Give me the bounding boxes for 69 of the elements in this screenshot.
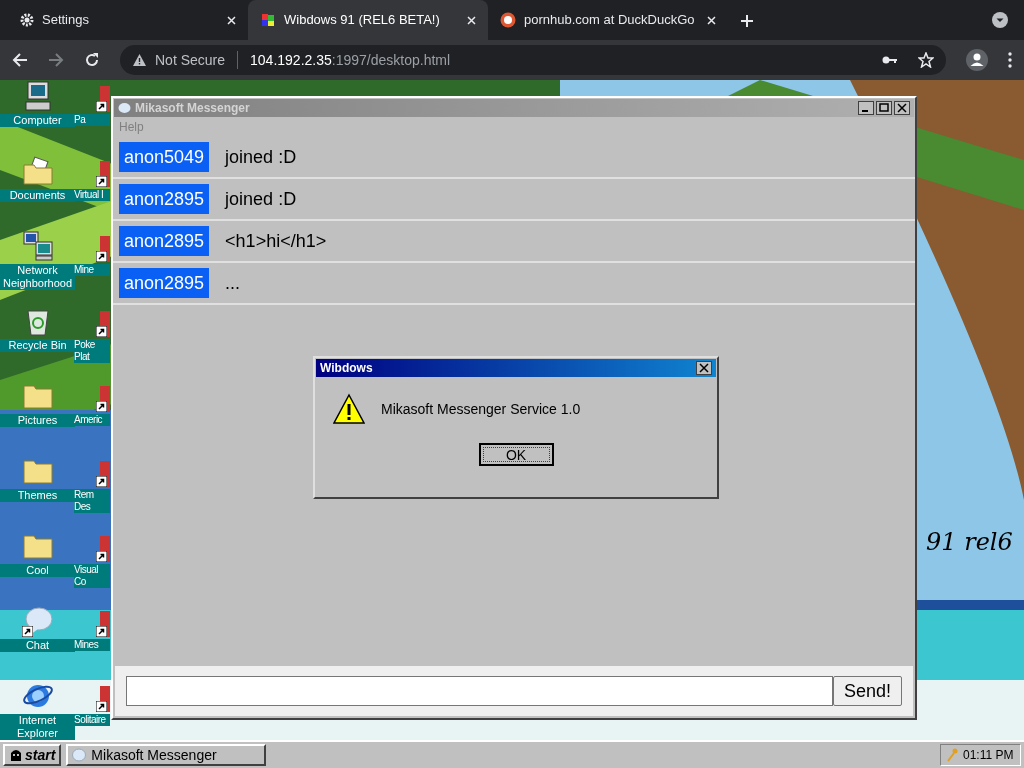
speech-bubble-icon	[72, 748, 87, 762]
browser-tab[interactable]: Wibdows 91 (REL6 BETA!)	[248, 0, 488, 40]
dialog-message: Mikasoft Messenger Service 1.0	[381, 399, 581, 419]
maximize-icon[interactable]	[876, 101, 892, 115]
desktop-icon-label[interactable]: Documents	[0, 189, 75, 202]
desktop-icon-label[interactable]: Computer	[0, 114, 75, 127]
tab-title: Settings	[42, 11, 90, 30]
username-tag: anon2895	[119, 226, 210, 256]
colorful-logo-icon	[260, 12, 276, 28]
key-icon	[946, 748, 958, 762]
message-input[interactable]	[126, 676, 833, 706]
message-text: ...	[225, 271, 241, 295]
browser-tab[interactable]: Settings	[8, 0, 248, 40]
menu-icon[interactable]	[1008, 52, 1012, 68]
network-icon	[21, 230, 54, 262]
url-text: 104.192.2.35:1997/desktop.html	[250, 50, 451, 70]
warning-icon	[132, 53, 147, 67]
desktop-icon-label[interactable]: Chat	[0, 639, 75, 652]
dropdown-icon[interactable]	[992, 12, 1008, 28]
security-label: Not Secure	[155, 50, 226, 70]
tab-title: Wibdows 91 (REL6 BETA!)	[284, 11, 441, 30]
desktop-icon-label[interactable]: Network Neighborhood	[0, 264, 75, 290]
key-icon[interactable]	[882, 55, 898, 65]
send-button[interactable]: Send!	[832, 676, 902, 706]
back-arrow-icon[interactable]	[12, 52, 28, 68]
desktop-icon-label[interactable]: Virtual I	[74, 189, 110, 201]
desktop-icon-label[interactable]: Themes	[0, 489, 75, 502]
desktop-icon-label[interactable]: Mines	[74, 639, 110, 651]
folder-icon	[21, 155, 54, 187]
desktop-icon-label[interactable]: Solitaire	[74, 714, 110, 726]
desktop-icon-label[interactable]: Cool	[0, 564, 75, 577]
taskbar-button[interactable]: Mikasoft Messenger	[66, 744, 267, 766]
browser-tab[interactable]: pornhub.com at DuckDuckGo	[488, 0, 728, 40]
username-tag: anon2895	[119, 184, 210, 214]
reload-icon[interactable]	[84, 52, 100, 68]
star-icon[interactable]	[918, 52, 934, 68]
settings-icon	[20, 13, 34, 27]
desktop-icon-label[interactable]: Internet Explorer	[0, 714, 75, 740]
start-button[interactable]: start	[3, 744, 62, 766]
desktop-icon-label[interactable]: Poke Plat	[74, 339, 110, 363]
clock: 01:11 PM	[963, 747, 1014, 764]
message-text: <h1>hi</h1>	[225, 229, 327, 253]
desktop-icon-label[interactable]: Rem Des	[74, 489, 110, 513]
desktop-icon-label[interactable]: Americ	[74, 414, 110, 426]
window-title: Mikasoft Messenger	[135, 100, 250, 117]
username-tag: anon5049	[119, 142, 210, 172]
close-icon[interactable]	[894, 101, 910, 115]
close-icon[interactable]	[696, 361, 712, 375]
warning-icon	[333, 393, 365, 425]
desktop-icon-label[interactable]: Recycle Bin	[0, 339, 75, 352]
plus-icon[interactable]	[740, 14, 754, 28]
wallpaper-caption: 91 rel6	[926, 527, 1013, 558]
username-tag: anon2895	[119, 268, 210, 298]
window-title: Wibdows	[320, 360, 373, 377]
desktop-icon-label[interactable]: Pictures	[0, 414, 75, 427]
tab-title: pornhub.com at DuckDuckGo	[524, 11, 696, 30]
speech-bubble-icon	[118, 101, 131, 115]
desktop-icon-label[interactable]: Pa	[74, 114, 110, 126]
ok-button[interactable]: OK	[478, 443, 554, 466]
logo-icon	[9, 748, 23, 762]
minimize-icon[interactable]	[858, 101, 874, 115]
duck-icon	[500, 12, 516, 28]
address-bar[interactable]: Not Secure 104.192.2.35:1997/desktop.html	[120, 45, 946, 75]
message-text: joined :D	[225, 145, 297, 169]
desktop-icon-label[interactable]: Mine	[74, 264, 110, 276]
desktop-icon-label[interactable]: Visual Co	[74, 564, 110, 588]
message-text: joined :D	[225, 187, 297, 211]
forward-arrow-icon[interactable]	[48, 52, 64, 68]
profile-icon[interactable]	[966, 49, 988, 71]
